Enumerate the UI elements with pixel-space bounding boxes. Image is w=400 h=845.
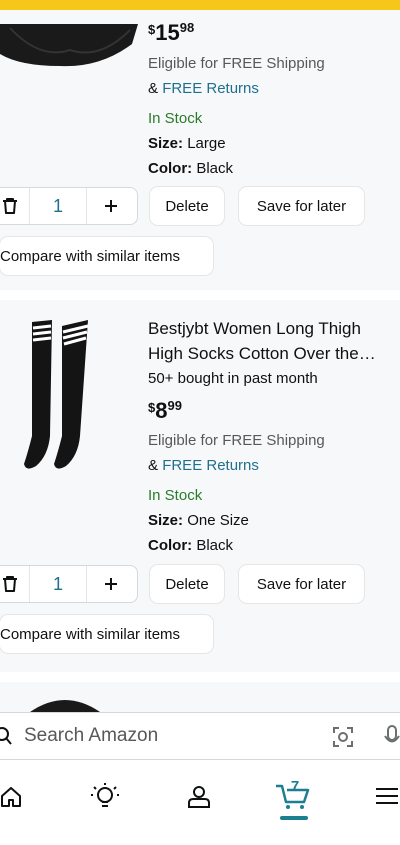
product-image[interactable] <box>18 316 102 474</box>
price-symbol: $ <box>148 22 156 37</box>
free-returns-link[interactable]: FREE Returns <box>162 80 259 97</box>
returns-info: & FREE Returns <box>148 456 259 476</box>
stock-status: In Stock <box>148 110 203 127</box>
home-icon[interactable] <box>0 786 22 808</box>
returns-prefix: & <box>148 80 163 97</box>
color-value: Black <box>196 537 234 554</box>
cart-item-card: Bestjybt Women Long Thigh High Socks Cot… <box>0 300 400 672</box>
delete-button[interactable]: Delete <box>150 187 224 225</box>
price-whole: 8 <box>155 398 168 423</box>
color-info: Color: Black <box>148 536 233 556</box>
price: $899 <box>148 398 182 426</box>
delete-button[interactable]: Delete <box>150 565 224 603</box>
color-label: Color: <box>148 160 193 177</box>
search-icon <box>0 727 12 745</box>
shipping-eligibility: Eligible for FREE Shipping <box>148 432 325 449</box>
product-image[interactable] <box>30 694 100 712</box>
size-value: One Size <box>187 512 249 529</box>
quantity-stepper[interactable]: 1 <box>0 187 138 225</box>
price-symbol: $ <box>148 400 156 415</box>
quantity-value: 1 <box>29 566 87 602</box>
trash-icon <box>3 198 17 214</box>
bottom-navigation: 7 <box>0 760 400 845</box>
size-label: Size: <box>148 135 184 152</box>
price-fraction: 99 <box>167 398 182 413</box>
product-title-line-2[interactable]: High Socks Cotton Over the… <box>148 341 376 366</box>
compare-similar-button[interactable]: Compare with similar items <box>0 615 213 653</box>
menu-icon[interactable] <box>376 787 398 805</box>
size-info: Size: Large <box>148 134 226 154</box>
price-whole: 15 <box>155 20 180 45</box>
size-label: Size: <box>148 512 184 529</box>
returns-prefix: & <box>148 457 163 474</box>
lightbulb-icon[interactable] <box>90 782 120 812</box>
cart-item-card <box>0 682 400 712</box>
color-value: Black <box>196 160 234 177</box>
delete-trash-button[interactable] <box>0 566 29 602</box>
increase-quantity-button[interactable] <box>85 188 137 224</box>
active-tab-indicator <box>280 816 308 820</box>
product-title-line-1[interactable]: Bestjybt Women Long Thigh <box>148 316 361 341</box>
cart-item-card: $1598 Eligible for FREE Shipping & FREE … <box>0 10 400 290</box>
camera-lens-icon[interactable] <box>332 726 354 748</box>
cart-tab[interactable]: 7 <box>275 778 311 822</box>
stock-status: In Stock <box>148 487 203 504</box>
search-input[interactable]: Search Amazon <box>24 725 158 747</box>
microphone-icon[interactable] <box>384 725 400 749</box>
shipping-eligibility: Eligible for FREE Shipping <box>148 55 325 72</box>
delete-trash-button[interactable] <box>0 188 29 224</box>
free-returns-link[interactable]: FREE Returns <box>162 457 259 474</box>
quantity-stepper[interactable]: 1 <box>0 565 138 603</box>
color-label: Color: <box>148 537 193 554</box>
bought-count: 50+ bought in past month <box>148 370 318 387</box>
account-icon[interactable] <box>187 785 211 809</box>
save-for-later-button[interactable]: Save for later <box>239 565 364 603</box>
price: $1598 <box>148 20 194 48</box>
product-image[interactable] <box>0 10 140 72</box>
returns-info: & FREE Returns <box>148 79 259 99</box>
color-info: Color: Black <box>148 159 233 179</box>
plus-icon <box>105 200 117 212</box>
quantity-value: 1 <box>29 188 87 224</box>
compare-similar-button[interactable]: Compare with similar items <box>0 237 213 275</box>
trash-icon <box>3 576 17 592</box>
save-for-later-button[interactable]: Save for later <box>239 187 364 225</box>
plus-icon <box>105 578 117 590</box>
price-fraction: 98 <box>179 20 195 35</box>
search-bar[interactable]: Search Amazon <box>0 712 400 760</box>
size-value: Large <box>187 135 226 152</box>
top-accent-bar <box>0 0 400 10</box>
size-info: Size: One Size <box>148 511 249 531</box>
increase-quantity-button[interactable] <box>85 566 137 602</box>
cart-count-badge: 7 <box>290 778 300 795</box>
